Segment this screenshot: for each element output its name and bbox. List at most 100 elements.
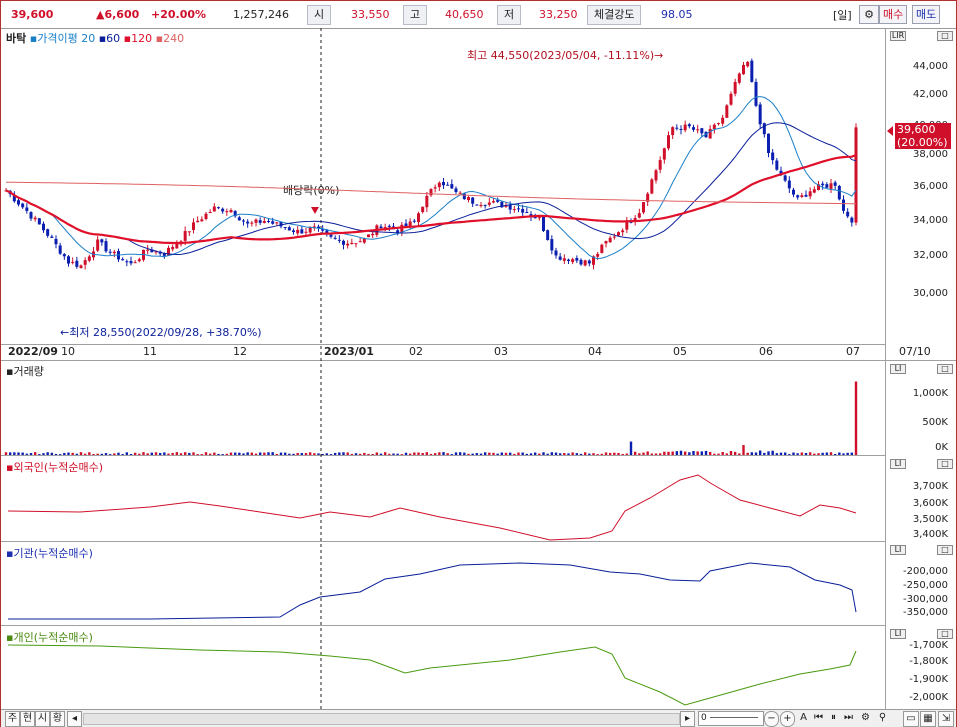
candle-body <box>825 184 829 188</box>
volume-bar <box>804 453 808 455</box>
volume-bar <box>813 453 816 455</box>
volume-bar <box>8 452 12 455</box>
font-size-icon[interactable]: A <box>797 711 810 725</box>
volume-bar <box>658 453 662 455</box>
candle-body <box>837 185 841 200</box>
candle-body <box>675 127 679 129</box>
horizontal-scrollbar[interactable] <box>83 713 680 725</box>
volume-bar <box>646 451 649 455</box>
volume-bar <box>483 452 487 455</box>
candle-body <box>683 124 687 131</box>
volume-bar <box>554 452 558 455</box>
volume-bar <box>596 454 599 455</box>
candle-body <box>87 256 91 261</box>
volume-bar <box>342 452 345 455</box>
volume-bar <box>317 453 320 455</box>
tab-current[interactable]: 현 <box>20 711 35 727</box>
volume-bar <box>242 453 245 455</box>
last-page-icon[interactable]: ⏭ <box>842 711 855 725</box>
volume-bar <box>92 453 95 455</box>
candle-body <box>417 213 420 223</box>
tab-market[interactable]: 시 <box>35 711 50 727</box>
volume-bar <box>850 452 854 455</box>
pause-icon[interactable]: ⏸ <box>827 711 840 725</box>
volume-bar <box>458 452 462 455</box>
volume-bar <box>246 452 249 455</box>
candle-body <box>442 182 445 186</box>
candle-body <box>58 245 62 254</box>
candle-body <box>367 234 370 238</box>
tab-weekly[interactable]: 주 <box>5 711 20 727</box>
candle-body <box>508 204 512 210</box>
volume-bar <box>425 452 429 455</box>
candle-body <box>687 124 691 127</box>
volume-bar <box>117 452 120 455</box>
volume-bar <box>108 454 112 455</box>
candle-body <box>808 191 812 197</box>
export-icon[interactable]: ⇲ <box>938 711 954 727</box>
volume-bar <box>217 453 220 455</box>
zoom-slider[interactable]: 0 <box>698 711 764 726</box>
volume-bar <box>438 452 441 455</box>
candle-body <box>100 239 104 243</box>
candle-body <box>358 241 362 243</box>
candle-body <box>725 105 729 118</box>
candle-body <box>196 220 200 223</box>
volume-bar <box>708 451 712 455</box>
zoom-in-icon[interactable]: + <box>780 711 795 727</box>
volume-bar <box>146 453 149 455</box>
candle-body <box>812 189 816 193</box>
candle-body <box>850 217 854 223</box>
volume-bar <box>721 452 724 455</box>
scroll-right-icon[interactable]: ▸ <box>680 711 695 727</box>
volume-bar <box>675 451 679 455</box>
volume-bar <box>454 452 458 455</box>
candle-body <box>612 236 616 238</box>
layout-icon[interactable]: ▭ <box>903 711 919 727</box>
volume-bar <box>817 453 820 455</box>
candle-body <box>733 81 737 94</box>
tab-status[interactable]: 황 <box>50 711 65 727</box>
volume-bar <box>617 452 620 455</box>
volume-bar <box>463 452 466 455</box>
volume-bar <box>504 452 508 455</box>
volume-bar <box>308 452 312 455</box>
candle-body <box>187 231 191 233</box>
volume-bar <box>508 452 512 455</box>
candle-body <box>692 127 695 130</box>
candle-body <box>246 221 250 224</box>
candle-body <box>146 249 150 251</box>
volume-bar <box>592 453 595 455</box>
volume-bar <box>517 452 520 455</box>
volume-bar <box>513 453 516 455</box>
volume-bar <box>58 454 62 455</box>
scroll-left-icon[interactable]: ◂ <box>67 711 82 727</box>
zoom-out-icon[interactable]: − <box>764 711 779 727</box>
candle-body <box>342 240 345 245</box>
volume-bar <box>758 450 762 455</box>
volume-bar <box>808 452 812 455</box>
volume-bar <box>150 452 154 455</box>
candle-body <box>800 195 804 197</box>
volume-bar <box>429 453 433 455</box>
volume-bar <box>763 452 766 455</box>
volume-bar <box>367 453 370 455</box>
candle-body <box>587 260 591 264</box>
candle-body <box>750 60 754 82</box>
candle-body <box>208 212 212 214</box>
volume-bar <box>625 453 629 455</box>
first-page-icon[interactable]: ⏮ <box>812 711 825 725</box>
volume-bar <box>854 381 858 455</box>
candle-body <box>121 259 125 261</box>
candle-body <box>446 184 450 186</box>
pin-icon[interactable]: ⚲ <box>876 711 889 725</box>
candle-body <box>542 216 545 231</box>
volume-bar <box>496 453 499 455</box>
candle-body <box>329 234 333 237</box>
candle-body <box>129 261 133 264</box>
volume-bar <box>733 451 737 455</box>
candle-body <box>192 222 195 230</box>
grid-icon[interactable]: ▦ <box>920 711 936 727</box>
gear-icon[interactable]: ⚙ <box>859 711 872 725</box>
volume-bar <box>208 453 212 455</box>
